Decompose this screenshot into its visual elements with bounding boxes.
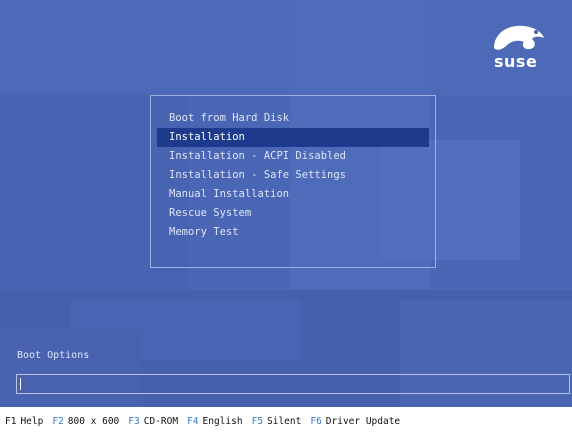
suse-logo-text: suse <box>494 52 538 71</box>
menu-item-installation-safe-settings[interactable]: Installation - Safe Settings <box>157 166 429 185</box>
boot-menu: Boot from Hard Disk Installation Install… <box>150 95 436 268</box>
boot-options-label: Boot Options <box>17 350 90 361</box>
fkey-help[interactable]: F1 Help <box>5 416 43 427</box>
text-cursor <box>20 378 21 390</box>
boot-options-input[interactable] <box>16 374 570 394</box>
fkey-value: CD-ROM <box>143 415 179 427</box>
fkey-source[interactable]: F3 CD-ROM <box>128 416 178 427</box>
fkey-value: Help <box>20 415 44 427</box>
fkey-splash[interactable]: F5 Silent <box>252 416 302 427</box>
menu-item-boot-from-hard-disk[interactable]: Boot from Hard Disk <box>157 109 429 128</box>
menu-item-installation[interactable]: Installation <box>157 128 429 147</box>
background-tile <box>0 0 572 95</box>
fkey-value: Silent <box>267 415 302 427</box>
fkey-resolution[interactable]: F2 800 x 600 <box>52 416 119 427</box>
fkey-label: F4 <box>187 415 199 427</box>
boot-screen: suse Boot from Hard Disk Installation In… <box>0 0 572 407</box>
fkey-label: F1 <box>5 415 17 427</box>
menu-item-manual-installation[interactable]: Manual Installation <box>157 185 429 204</box>
fkey-value: 800 x 600 <box>67 415 120 427</box>
fkey-label: F2 <box>52 415 64 427</box>
menu-item-memory-test[interactable]: Memory Test <box>157 223 429 242</box>
fkey-label: F6 <box>310 415 322 427</box>
fkey-label: F3 <box>128 415 140 427</box>
function-key-bar: F1 Help F2 800 x 600 F3 CD-ROM F4 English F5… <box>0 407 572 435</box>
fkey-label: F5 <box>251 415 264 427</box>
fkey-language[interactable]: F4 English <box>187 416 243 427</box>
boot-menu-list: Boot from Hard Disk Installation Install… <box>157 109 429 242</box>
fkey-value: Driver Update <box>325 415 401 427</box>
menu-item-rescue-system[interactable]: Rescue System <box>157 204 429 223</box>
background-tile <box>0 330 140 407</box>
fkey-value: English <box>202 415 243 427</box>
menu-item-installation-acpi-disabled[interactable]: Installation - ACPI Disabled <box>157 147 429 166</box>
fkey-driver-update[interactable]: F6 Driver Update <box>310 416 400 427</box>
